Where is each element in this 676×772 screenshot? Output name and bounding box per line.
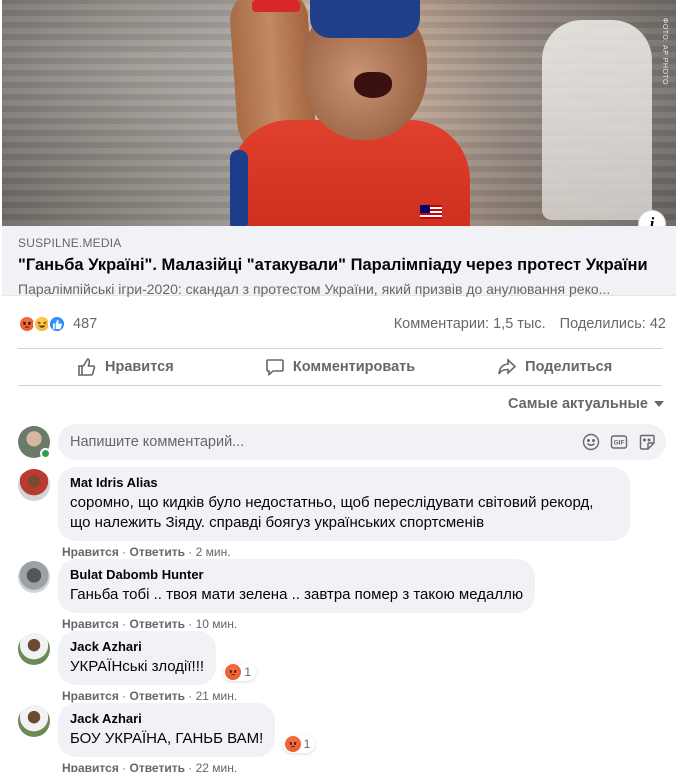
comment-reply-link[interactable]: Ответить bbox=[130, 617, 185, 631]
comment-bubble-icon bbox=[266, 359, 284, 377]
malaysia-flag-icon bbox=[420, 205, 442, 219]
comment-composer: Напишите комментарий... GIF bbox=[18, 424, 666, 460]
commenter-avatar[interactable] bbox=[18, 633, 50, 665]
comment-like-link[interactable]: Нравится bbox=[62, 617, 119, 631]
post-action-bar: Нравится Комментировать Поделиться bbox=[18, 348, 662, 386]
athlete-mouth bbox=[354, 72, 392, 98]
comment-text: Ганьба тобі .. твоя мати зелена .. завтр… bbox=[70, 586, 524, 603]
link-preview-caption[interactable]: SUSPILNE.MEDIA "Ганьба Україні". Малазій… bbox=[2, 226, 676, 297]
online-status-icon bbox=[40, 448, 51, 459]
comment-meta: Нравится · Ответить · 10 мин. bbox=[62, 617, 238, 631]
commenter-avatar[interactable] bbox=[18, 561, 50, 593]
share-button-label: Поделиться bbox=[525, 359, 613, 375]
thumbs-up-icon bbox=[78, 358, 96, 376]
link-domain: SUSPILNE.MEDIA bbox=[18, 236, 122, 250]
link-title[interactable]: "Ганьба Україні". Малазійці "атакували" … bbox=[18, 256, 660, 275]
comment-reaction-badge[interactable]: 1 bbox=[223, 663, 257, 681]
like-icon bbox=[48, 315, 66, 333]
sticker-icon[interactable] bbox=[638, 433, 656, 451]
comment-reaction-badge[interactable]: 1 bbox=[282, 735, 316, 753]
comment-reply-link[interactable]: Ответить bbox=[130, 689, 185, 703]
comment-bubble: Bulat Dabomb Hunter Ганьба тобі .. твоя … bbox=[58, 559, 536, 613]
shares-count[interactable]: Поделились: 42 bbox=[560, 316, 666, 332]
athlete-headband bbox=[310, 0, 420, 38]
sort-label: Самые актуальные bbox=[508, 396, 648, 412]
comment-timestamp[interactable]: 10 мин. bbox=[196, 617, 238, 631]
share-button[interactable]: Поделиться bbox=[447, 349, 662, 385]
comment-timestamp[interactable]: 22 мин. bbox=[196, 761, 238, 772]
comment-reaction-count: 1 bbox=[303, 737, 311, 751]
comment-sort-dropdown[interactable]: Самые актуальные bbox=[508, 396, 664, 412]
current-user-avatar[interactable] bbox=[18, 426, 51, 459]
svg-text:GIF: GIF bbox=[614, 440, 625, 447]
caret-down-icon bbox=[654, 401, 664, 407]
comment-timestamp[interactable]: 21 мин. bbox=[196, 689, 238, 703]
comment-reply-link[interactable]: Ответить bbox=[130, 761, 185, 772]
comment-text: УКРАЇНські злодії!!! bbox=[70, 658, 205, 675]
comment-timestamp[interactable]: 2 мин. bbox=[196, 545, 231, 559]
comments-count[interactable]: Комментарии: 1,5 тыс. bbox=[394, 316, 546, 332]
comment-reaction-count: 1 bbox=[244, 665, 252, 679]
comment-bubble: Mat Idris Alias соромно, що кидків було … bbox=[58, 467, 630, 541]
comment-like-link[interactable]: Нравится bbox=[62, 761, 119, 772]
commenter-avatar[interactable] bbox=[18, 469, 50, 501]
comment-meta: Нравится · Ответить · 2 мин. bbox=[62, 545, 231, 559]
comment-input[interactable]: Напишите комментарий... GIF bbox=[58, 424, 666, 460]
like-button-label: Нравится bbox=[105, 359, 174, 375]
comment-like-link[interactable]: Нравится bbox=[62, 545, 119, 559]
reactions-summary: 487 Комментарии: 1,5 тыс. Поделились: 42 bbox=[18, 312, 666, 336]
comment-author[interactable]: Jack Azhari bbox=[70, 711, 263, 727]
athlete-wristband bbox=[252, 0, 300, 12]
comment-body: Jack Azhari БОУ УКРАЇНА, ГАНЬБ ВАМ! 1 Нр… bbox=[58, 703, 316, 772]
commenter-avatar[interactable] bbox=[18, 705, 50, 737]
comment-item: Jack Azhari БОУ УКРАЇНА, ГАНЬБ ВАМ! 1 Нр… bbox=[18, 703, 316, 772]
photo-credit: ФОТО: AP PHOTO bbox=[661, 18, 668, 85]
comment-meta: Нравится · Ответить · 22 мин. bbox=[62, 761, 275, 772]
comment-text: соромно, що кидків було недостатньо, щоб… bbox=[70, 494, 594, 531]
link-preview-image[interactable]: ФОТО: AP PHOTO bbox=[2, 0, 676, 226]
comment-button[interactable]: Комментировать bbox=[233, 349, 448, 385]
jersey-trim bbox=[230, 150, 248, 226]
composer-tools: GIF bbox=[582, 433, 656, 451]
share-arrow-icon bbox=[498, 358, 517, 375]
like-button[interactable]: Нравится bbox=[18, 349, 233, 385]
engagement-stats: Комментарии: 1,5 тыс. Поделились: 42 bbox=[384, 316, 666, 332]
comment-bubble: Jack Azhari УКРАЇНські злодії!!! 1 bbox=[58, 631, 257, 685]
emoji-icon[interactable] bbox=[582, 433, 600, 451]
comment-item: Jack Azhari УКРАЇНські злодії!!! 1 Нрави… bbox=[18, 631, 257, 703]
comment-author[interactable]: Jack Azhari bbox=[70, 639, 204, 655]
comment-input-placeholder: Напишите комментарий... bbox=[70, 434, 245, 450]
background-person bbox=[542, 20, 652, 220]
comment-item: Bulat Dabomb Hunter Ганьба тобі .. твоя … bbox=[18, 559, 536, 631]
gif-icon[interactable]: GIF bbox=[610, 433, 628, 451]
comment-body: Bulat Dabomb Hunter Ганьба тобі .. твоя … bbox=[58, 559, 536, 631]
angry-icon bbox=[225, 664, 242, 680]
comment-author[interactable]: Bulat Dabomb Hunter bbox=[70, 567, 523, 583]
comment-body: Mat Idris Alias соромно, що кидків було … bbox=[58, 467, 630, 559]
reaction-count[interactable]: 487 bbox=[73, 316, 97, 332]
comment-reply-link[interactable]: Ответить bbox=[130, 545, 185, 559]
comment-body: Jack Azhari УКРАЇНські злодії!!! 1 Нрави… bbox=[58, 631, 257, 703]
link-description: Паралімпійські ігри-2020: скандал з прот… bbox=[18, 281, 611, 297]
comment-text: БОУ УКРАЇНА, ГАНЬБ ВАМ! bbox=[70, 730, 264, 747]
comment-like-link[interactable]: Нравится bbox=[62, 689, 119, 703]
angry-icon bbox=[284, 736, 301, 752]
comment-author[interactable]: Mat Idris Alias bbox=[70, 475, 618, 491]
reaction-icons-group[interactable]: 487 bbox=[18, 315, 97, 333]
comment-button-label: Комментировать bbox=[292, 359, 416, 375]
comment-bubble: Jack Azhari БОУ УКРАЇНА, ГАНЬБ ВАМ! 1 bbox=[58, 703, 316, 757]
comment-meta: Нравится · Ответить · 21 мин. bbox=[62, 689, 238, 703]
comment-item: Mat Idris Alias соромно, що кидків було … bbox=[18, 467, 630, 559]
